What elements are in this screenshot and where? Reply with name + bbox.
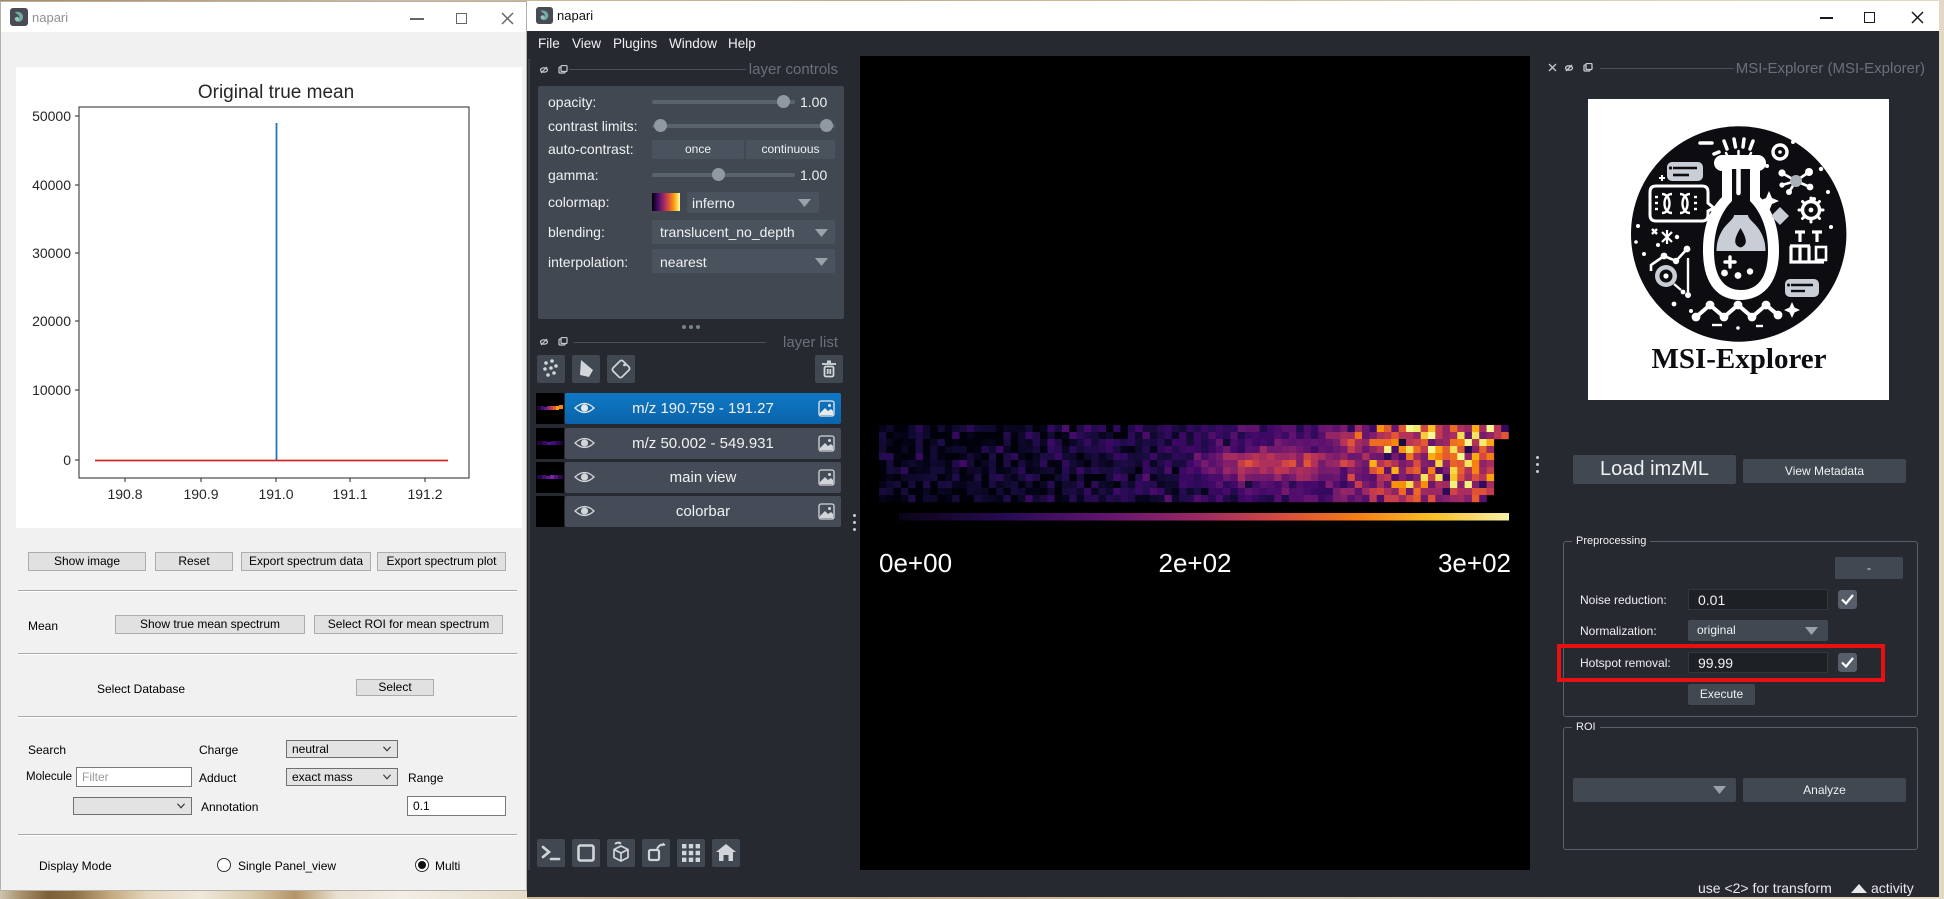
svg-text:0e+00: 0e+00 — [879, 548, 952, 578]
svg-text:MSI-Explorer: MSI-Explorer — [1651, 343, 1826, 375]
svg-text:190.8: 190.8 — [107, 486, 142, 502]
svg-text:10000: 10000 — [32, 382, 71, 398]
svg-text:191.2: 191.2 — [407, 486, 442, 502]
svg-text:30000: 30000 — [32, 245, 71, 261]
svg-text:20000: 20000 — [32, 313, 71, 329]
svg-text:Original true mean: Original true mean — [198, 82, 354, 103]
svg-text:2e+02: 2e+02 — [1158, 548, 1231, 578]
svg-text:191.0: 191.0 — [258, 486, 293, 502]
svg-text:0: 0 — [63, 452, 71, 468]
svg-text:3e+02: 3e+02 — [1438, 548, 1511, 578]
svg-text:190.9: 190.9 — [183, 486, 218, 502]
svg-text:191.1: 191.1 — [332, 486, 367, 502]
svg-text:40000: 40000 — [32, 177, 71, 193]
svg-text:50000: 50000 — [32, 108, 71, 124]
